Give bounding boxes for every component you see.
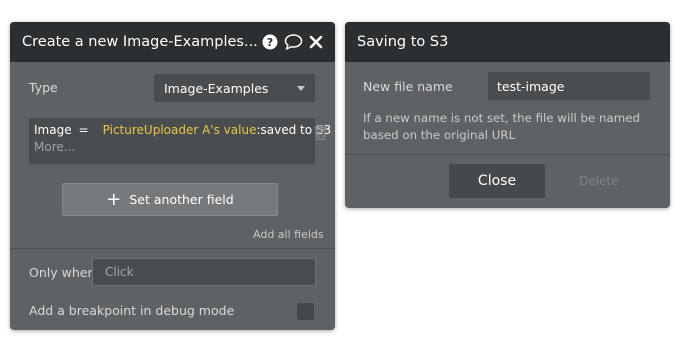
breakpoint-label: Add a breakpoint in debug mode: [29, 303, 235, 318]
set-another-field-label: Set another field: [129, 192, 234, 207]
help-text: If a new name is not set, the file will …: [363, 111, 640, 142]
type-label: Type: [29, 80, 58, 95]
more-link[interactable]: More...: [34, 140, 310, 154]
field-operator: =: [78, 123, 89, 137]
file-name-label: New file name: [363, 79, 453, 94]
file-name-value: test-image: [497, 78, 565, 94]
panel-title: Create a new Image-Examples...: [22, 34, 258, 50]
only-when-placeholder: Click: [105, 265, 134, 279]
field-assignment[interactable]: Image = PictureUploader A's value:saved to…: [29, 118, 331, 164]
delete-button[interactable]: Delete: [579, 174, 618, 188]
file-name-input[interactable]: test-image: [488, 72, 650, 100]
svg-text:?: ?: [267, 36, 273, 49]
panel-header: Create a new Image-Examples... ?: [10, 22, 335, 62]
help-circle-icon[interactable]: ?: [262, 34, 278, 50]
breakpoint-checkbox[interactable]: [297, 303, 314, 320]
only-when-label: Only when: [29, 265, 96, 280]
caret-down-icon: [297, 85, 305, 91]
add-all-fields-link[interactable]: Add all fields: [253, 228, 324, 241]
divider: [10, 248, 335, 249]
panel-title: Saving to S3: [357, 34, 449, 50]
saving-to-s3-panel: Saving to S3 New file name test-image If…: [345, 22, 670, 208]
close-icon[interactable]: [309, 35, 323, 49]
plus-icon: +: [106, 188, 122, 210]
field-name: Image: [34, 123, 72, 137]
comment-icon[interactable]: [284, 34, 303, 50]
close-button[interactable]: Close: [449, 164, 545, 198]
field-expression[interactable]: PictureUploader A's value: [103, 123, 257, 137]
create-thing-action-panel: Create a new Image-Examples... ? Type Im…: [10, 22, 335, 330]
set-another-field-button[interactable]: + Set another field: [62, 183, 278, 216]
panel-header: Saving to S3: [345, 22, 670, 62]
only-when-input[interactable]: Click: [92, 258, 316, 286]
type-dropdown-value: Image-Examples: [164, 80, 269, 96]
trash-icon[interactable]: [314, 124, 327, 144]
type-dropdown[interactable]: Image-Examples: [154, 74, 315, 102]
close-button-label: Close: [477, 173, 517, 189]
divider: [345, 154, 670, 155]
